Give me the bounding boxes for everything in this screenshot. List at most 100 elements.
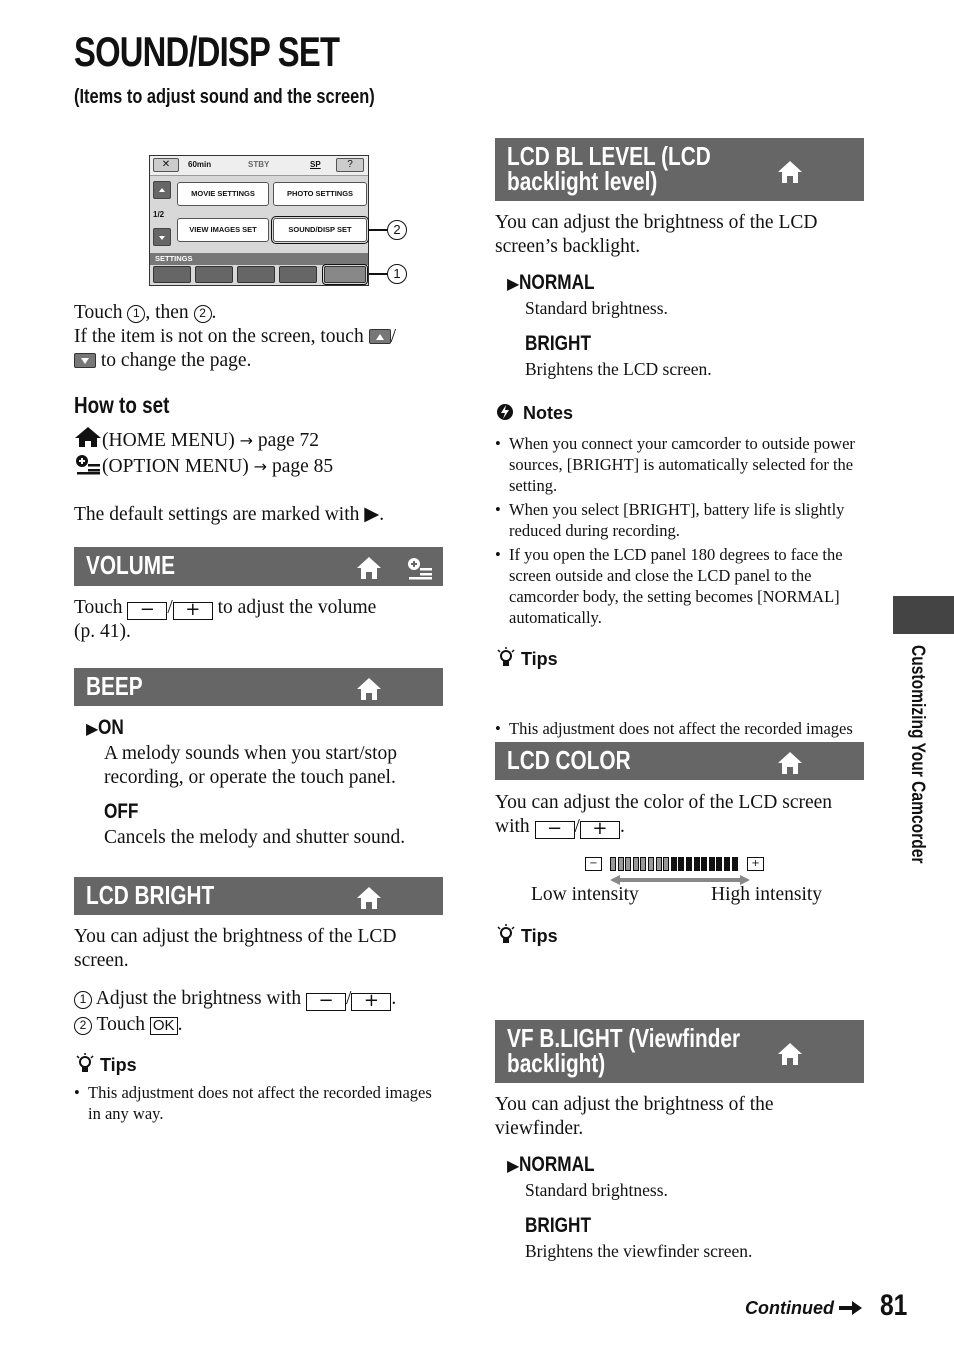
volume-ref: (p. 41). <box>74 621 131 642</box>
minus-button[interactable]: − <box>534 820 575 839</box>
vf-blight-title-line2: backlight) <box>507 1048 606 1078</box>
tips-heading: Tips <box>495 923 558 947</box>
high-intensity-label: High intensity <box>711 884 823 905</box>
intro-line2: If the item is not on the screen, touch <box>74 326 364 347</box>
tips-label: Tips <box>521 649 558 669</box>
lcd-color-text: You can adjust the color of the LCD scre… <box>495 792 833 839</box>
option-menu-icon <box>408 558 432 580</box>
camera-tab[interactable] <box>153 266 191 283</box>
home-icon <box>357 678 381 700</box>
lcd-close-button[interactable]: ✕ <box>153 158 179 172</box>
slider-segment-low <box>632 857 639 872</box>
home-icon <box>778 1043 802 1065</box>
lcd-color-header: LCD COLOR <box>495 742 864 780</box>
note-item: When you select [BRIGHT], battery life i… <box>495 499 860 541</box>
lcd-bl-level-text: You can adjust the brightness of the LCD… <box>495 212 818 257</box>
step-2-text: Touch <box>96 1014 145 1035</box>
option-desc: Brightens the LCD screen. <box>525 359 712 379</box>
volume-header: VOLUME <box>74 547 443 586</box>
how-to-set-links: (HOME MENU) → page 72 (OPTION MENU) → pa… <box>74 426 444 527</box>
color-slider[interactable]: − + <box>585 855 785 873</box>
volume-desc: to adjust the volume <box>217 597 377 618</box>
settings-tab[interactable] <box>322 264 368 285</box>
continued-label: Continued <box>745 1298 834 1318</box>
slider-segment-high <box>723 857 730 872</box>
note-item: When you connect your camcorder to outsi… <box>495 433 860 496</box>
notes-icon <box>497 404 513 420</box>
home-icon <box>778 752 802 774</box>
slider-minus-icon[interactable]: − <box>585 857 602 872</box>
settings-label: SETTINGS <box>150 253 368 265</box>
lcd-bl-level-title-line2: backlight level) <box>507 166 658 196</box>
step-1-marker: 1 <box>127 305 146 323</box>
lcd-bl-level-header: LCD BL LEVEL (LCD backlight level) <box>495 138 864 201</box>
volume-text: Touch − / + to adjust the volume (p. 41). <box>74 597 377 642</box>
lightbulb-icon <box>497 924 515 943</box>
playback-tab[interactable] <box>195 266 233 283</box>
option-bright: BRIGHT <box>525 1214 857 1238</box>
continued-link[interactable]: Continued <box>745 1298 863 1319</box>
how-to-set-heading: How to set <box>74 392 190 419</box>
option-desc: Standard brightness. <box>525 1180 668 1200</box>
option-normal: ▶NORMAL <box>507 271 857 295</box>
option-desc: Brightens the viewfinder screen. <box>525 1241 753 1261</box>
tip-item: This adjustment does not affect the reco… <box>74 1082 434 1124</box>
arrow-right-icon <box>839 1301 862 1315</box>
lcd-top-bar: ✕ 60min STBY SP ? <box>150 156 368 176</box>
rec-mode: SP <box>310 160 321 169</box>
notes-label: Notes <box>523 403 574 423</box>
vf-blight-text: You can adjust the brightness of the vie… <box>495 1094 774 1139</box>
intro-period: . <box>211 302 217 323</box>
slider-plus-icon[interactable]: + <box>747 857 765 872</box>
photo-settings-button[interactable]: PHOTO SETTINGS <box>273 182 367 206</box>
tips-heading: Tips <box>74 1052 137 1076</box>
page-down-button[interactable] <box>153 228 171 246</box>
slider-segment-high <box>693 857 700 872</box>
page-up-button[interactable] <box>153 181 171 199</box>
beep-title: BEEP <box>86 671 143 701</box>
option-title: BRIGHT <box>525 332 592 355</box>
home-menu-label: (HOME MENU) <box>102 430 235 451</box>
note-item: If you open the LCD panel 180 degrees to… <box>495 544 860 628</box>
vf-blight-options: ▶NORMAL Standard brightness. BRIGHT Brig… <box>507 1153 857 1262</box>
plus-button[interactable]: + <box>351 992 392 1011</box>
callout-line-2 <box>369 229 387 231</box>
tips-label: Tips <box>521 926 558 946</box>
plus-button[interactable]: + <box>579 820 620 839</box>
beep-options: ▶ON A melody sounds when you start/stop … <box>86 716 446 850</box>
minus-button[interactable]: − <box>305 992 346 1011</box>
view-images-set-button[interactable]: VIEW IMAGES SET <box>177 218 269 242</box>
option-title: OFF <box>104 800 139 823</box>
slider-segment-high <box>701 857 708 872</box>
intro-line3: to change the page. <box>100 350 252 371</box>
lcd-page-indicator: 1/2 <box>153 210 165 219</box>
movie-settings-button[interactable]: MOVIE SETTINGS <box>177 182 269 206</box>
lcd-help-button[interactable]: ? <box>336 158 364 172</box>
how-to-set-label: How to set <box>74 392 170 418</box>
option-menu-page-link[interactable]: page 85 <box>272 456 333 477</box>
plus-button[interactable]: + <box>172 601 213 620</box>
output-tab[interactable] <box>279 266 317 283</box>
option-title: ON <box>98 716 125 739</box>
lightbulb-icon <box>497 647 515 666</box>
step-2-marker: 2 <box>193 305 212 323</box>
ok-button[interactable]: OK <box>149 1017 178 1035</box>
home-menu-page-link[interactable]: page 72 <box>258 430 319 451</box>
volume-touch: Touch <box>74 597 123 618</box>
slider-segment-low <box>640 857 647 872</box>
option-normal: ▶NORMAL <box>507 1153 857 1177</box>
option-off: OFF <box>104 800 446 824</box>
option-on: ▶ON <box>86 716 446 740</box>
minus-button[interactable]: − <box>127 601 168 620</box>
lcd-screen-illustration: ✕ 60min STBY SP ? 1/2 MOVIE SETTINGS PHO… <box>149 155 369 286</box>
default-marker-icon: ▶ <box>507 274 520 293</box>
list-tab[interactable] <box>237 266 275 283</box>
slider-segment-low <box>663 857 670 872</box>
default-marker-icon: ▶ <box>86 719 99 738</box>
sound-disp-set-button[interactable]: SOUND/DISP SET <box>271 216 369 244</box>
page-subtitle: (Items to adjust sound and the screen) <box>74 86 375 108</box>
home-icon <box>778 161 802 183</box>
callout-line-1 <box>369 273 387 275</box>
lcd-bright-steps: 1 Adjust the brightness with − / +. 2 Touc… <box>74 987 444 1037</box>
page-title: SOUND/DISP SET <box>74 28 340 75</box>
